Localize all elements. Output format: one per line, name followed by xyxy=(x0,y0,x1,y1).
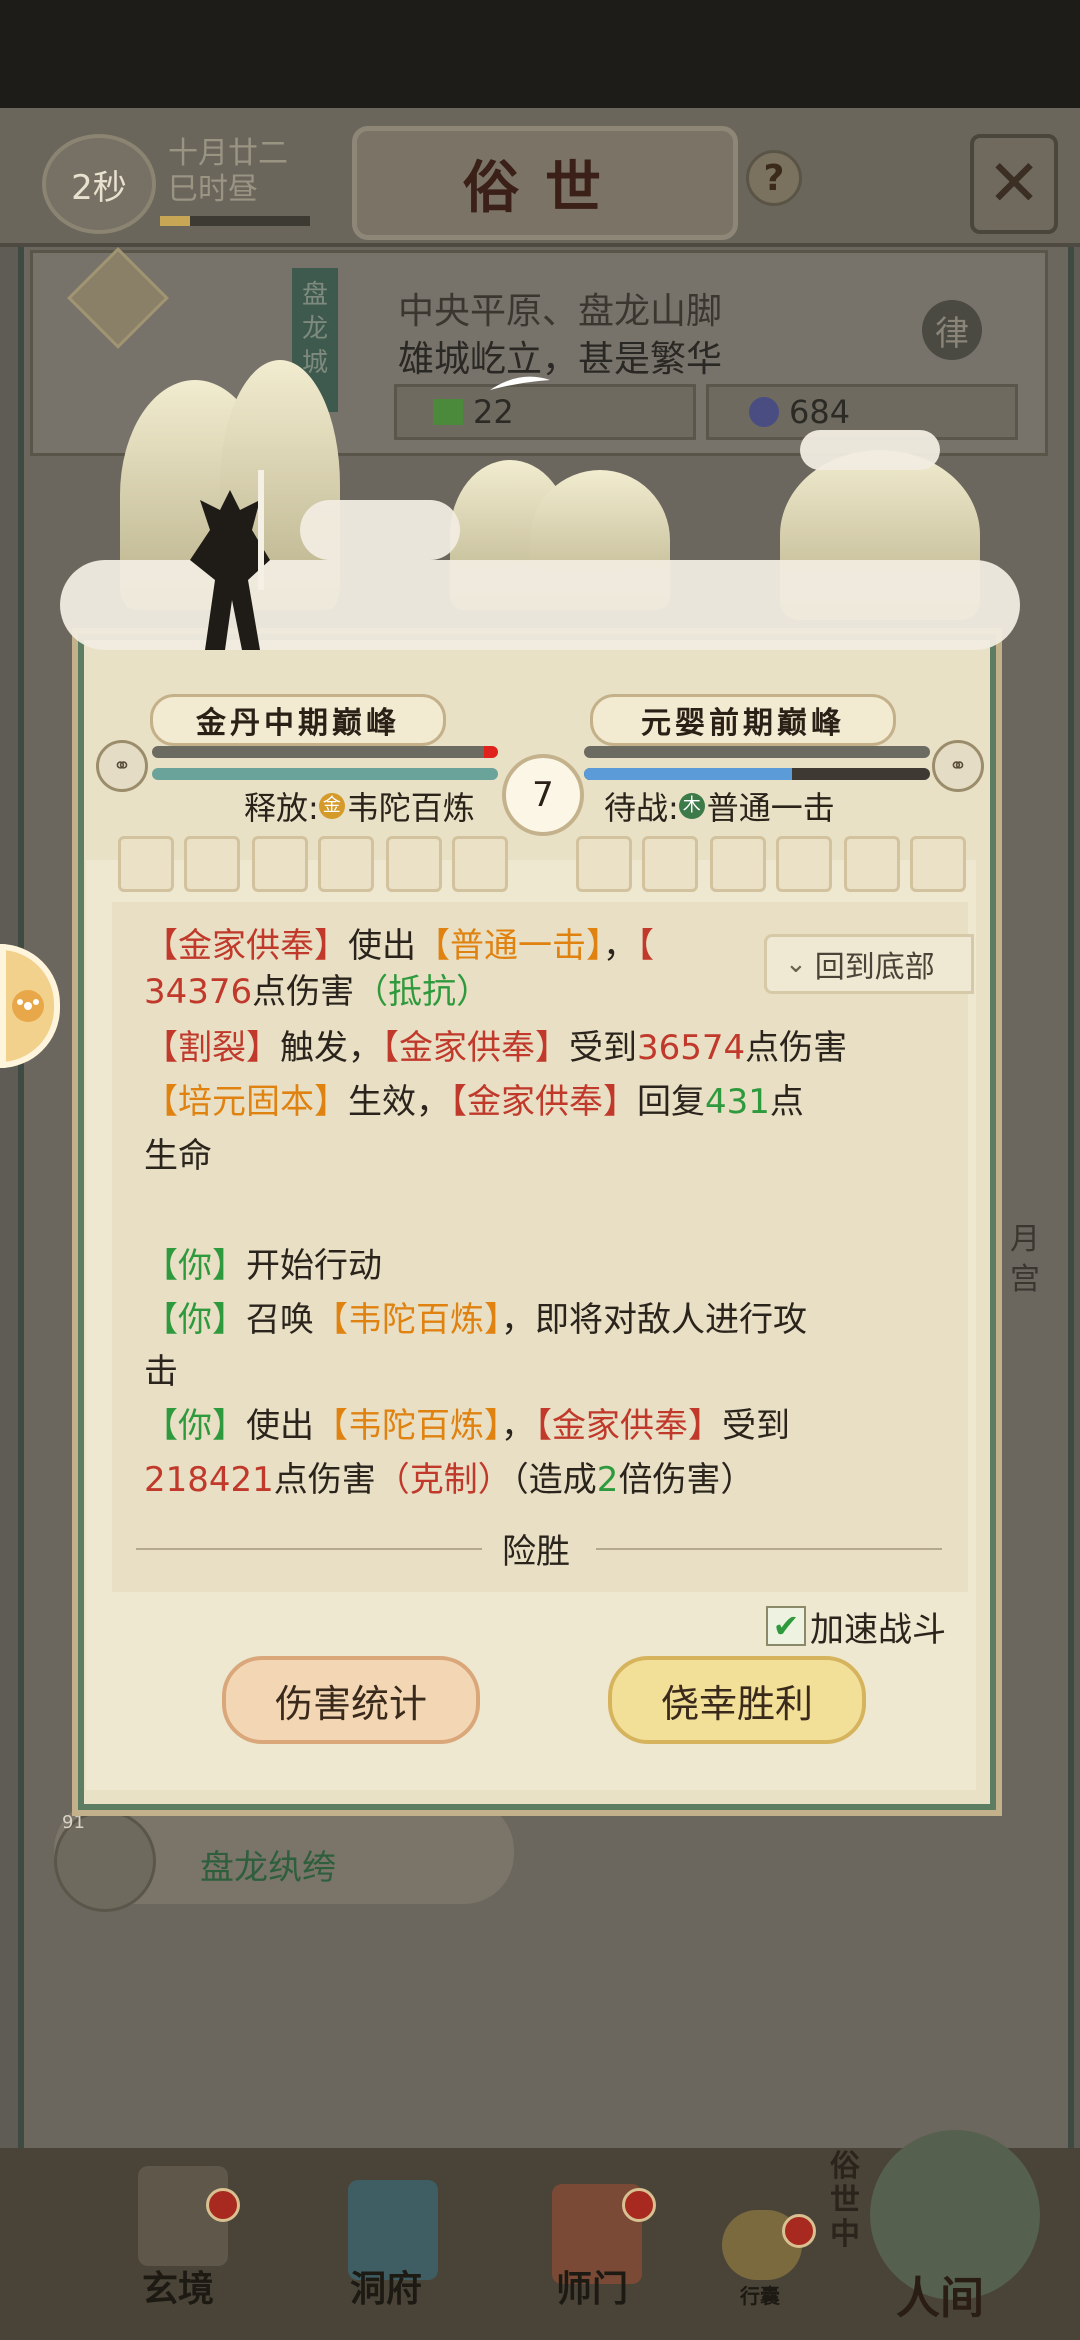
time-progress xyxy=(160,216,310,226)
action-label: 待战: xyxy=(604,789,679,827)
side-chat-tab[interactable] xyxy=(0,944,60,1068)
nav-xuanjing[interactable]: 玄境 xyxy=(142,2260,214,2312)
log-line: 【你】召唤【韦陀百炼】，即将对敌人进行攻 xyxy=(144,1300,807,1340)
time-line: 巳时昼 xyxy=(168,172,258,207)
crane-icon xyxy=(490,376,550,390)
location-region: 中央平原、盘龙山脚 xyxy=(398,291,723,332)
log-line: 【割裂】触发，【金家供奉】受到36574点伤害 xyxy=(144,1028,848,1068)
current-location-tag: 俗世中 xyxy=(830,2149,860,2252)
log-line: 生命 xyxy=(144,1136,212,1176)
back-to-bottom-button[interactable]: ⌄ 回到底部 xyxy=(764,934,974,994)
buff-slot xyxy=(386,836,442,892)
notification-dot xyxy=(622,2188,656,2222)
side-badge[interactable]: 月宫 xyxy=(1010,1220,1046,1300)
nav-dongfu[interactable]: 洞府 xyxy=(350,2260,422,2312)
log-line: 34376点伤害（抵抗） xyxy=(144,972,491,1012)
log-line: 218421点伤害（克制）（造成2倍伤害） xyxy=(144,1460,755,1500)
action-skill: 韦陀百炼 xyxy=(346,789,475,827)
buff-slot xyxy=(910,836,966,892)
timer-badge: 2秒 xyxy=(42,134,156,234)
log-line: 【你】开始行动 xyxy=(144,1246,382,1286)
player-action: 释放: 金 韦陀百炼 xyxy=(244,784,475,828)
battle-outcome: 险胜 xyxy=(502,1532,570,1572)
buff-slot xyxy=(252,836,308,892)
buff-slot xyxy=(776,836,832,892)
help-icon[interactable]: ? xyxy=(746,150,802,206)
buff-slot xyxy=(318,836,374,892)
log-line: 击 xyxy=(144,1352,178,1392)
buff-slot xyxy=(642,836,698,892)
player-mp-bar xyxy=(152,768,498,780)
buff-slot xyxy=(184,836,240,892)
action-skill: 普通一击 xyxy=(706,789,835,827)
back-to-bottom-label: 回到底部 xyxy=(814,950,935,985)
close-button[interactable]: ✕ xyxy=(970,134,1058,234)
chevron-down-icon: ⌄ xyxy=(785,949,807,979)
log-line: 【你】使出【韦陀百炼】，【金家供奉】受到 xyxy=(144,1406,790,1446)
victory-button[interactable]: 侥幸胜利 xyxy=(608,1656,866,1744)
enemy-avatar-icon[interactable]: ⚭ xyxy=(932,740,984,792)
buff-slot xyxy=(710,836,766,892)
enemy-mp-bar xyxy=(584,768,930,780)
divider xyxy=(596,1548,942,1550)
buff-slot xyxy=(118,836,174,892)
damage-stats-button[interactable]: 伤害统计 xyxy=(222,1656,480,1744)
log-line: 【金家供奉】使出【普通一击】，【 xyxy=(144,926,654,966)
buff-slot xyxy=(576,836,632,892)
battle-scene xyxy=(60,350,1020,650)
log-line: 【培元固本】生效，【金家供奉】回复431点 xyxy=(144,1082,804,1122)
speed-battle-label[interactable]: 加速战斗 xyxy=(810,1602,946,1651)
nav-renjian[interactable]: 人间 xyxy=(896,2262,984,2326)
date-line: 十月廿二 xyxy=(168,136,288,171)
game-date: 十月廿二 巳时昼 xyxy=(168,136,288,208)
enemy-hp-bar xyxy=(584,746,930,758)
notification-dot xyxy=(206,2188,240,2222)
speed-battle-checkbox[interactable]: ✔ xyxy=(766,1606,806,1646)
nav-shimen[interactable]: 师门 xyxy=(556,2260,628,2312)
enemy-rank: 元婴前期巅峰 xyxy=(590,694,896,746)
page-title: 俗世 xyxy=(352,126,738,240)
action-label: 释放: xyxy=(244,789,319,827)
round-counter: 7 xyxy=(502,754,584,836)
player-rank: 金丹中期巅峰 xyxy=(150,694,446,746)
paw-icon xyxy=(12,990,44,1022)
player-hp-bar xyxy=(152,746,498,758)
buff-slot xyxy=(844,836,900,892)
wood-element-icon: 木 xyxy=(678,793,705,819)
demon-warrior-figure xyxy=(190,470,270,650)
chat-name: 盘龙纨绔 xyxy=(200,1848,336,1888)
status-bar xyxy=(0,0,1080,108)
player-avatar-icon[interactable]: ⚭ xyxy=(96,740,148,792)
divider xyxy=(136,1548,482,1550)
buff-slot xyxy=(452,836,508,892)
nav-xingnang[interactable]: 行囊 xyxy=(740,2280,780,2309)
notification-dot xyxy=(782,2214,816,2248)
metal-element-icon: 金 xyxy=(318,793,345,819)
enemy-action: 待战: 木 普通一击 xyxy=(604,784,835,828)
